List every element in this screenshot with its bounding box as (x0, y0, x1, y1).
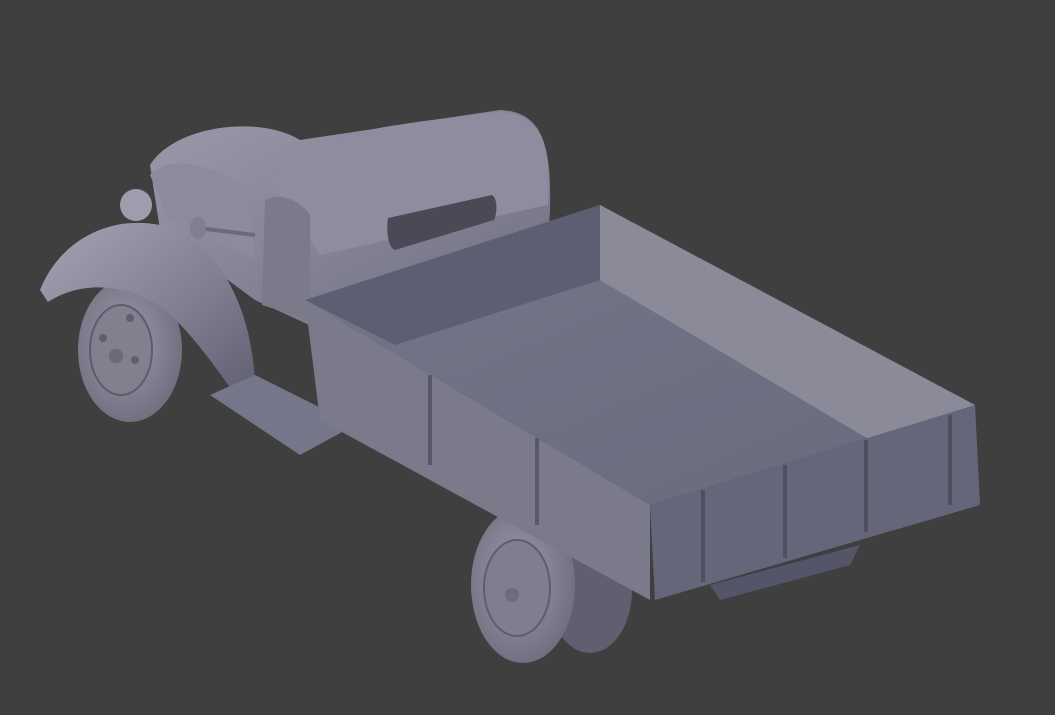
3d-viewport[interactable] (0, 0, 1055, 715)
headlight (120, 189, 152, 221)
truck-model-render (40, 110, 980, 663)
